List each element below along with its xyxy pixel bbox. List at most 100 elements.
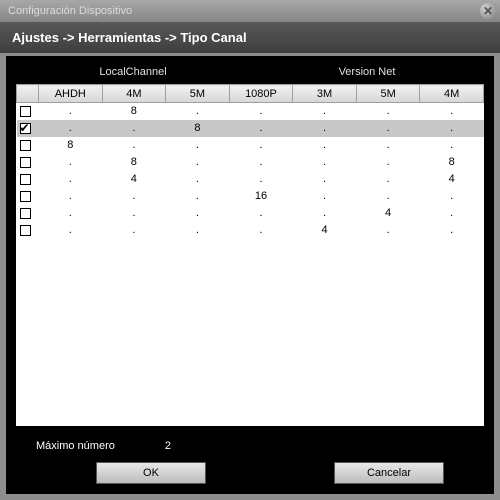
col-checkbox [17, 85, 39, 103]
table-cell: . [356, 103, 420, 120]
checkbox-icon[interactable] [20, 106, 31, 117]
table-cell: 4 [356, 205, 420, 222]
table-cell: . [166, 154, 230, 171]
table-cell: . [102, 205, 166, 222]
table-cell: 4 [420, 171, 484, 188]
checkbox-icon[interactable] [20, 157, 31, 168]
table-cell: . [356, 120, 420, 137]
row-checkbox-cell[interactable] [17, 222, 39, 239]
row-checkbox-cell[interactable] [17, 171, 39, 188]
table-cell: 8 [102, 154, 166, 171]
table-cell: . [356, 171, 420, 188]
cancel-button[interactable]: Cancelar [334, 462, 444, 484]
table-cell: . [166, 188, 230, 205]
titlebar: Configuración Dispositivo ✕ [0, 0, 500, 22]
table-cell: . [39, 171, 103, 188]
max-number-value: 2 [165, 440, 171, 452]
table-cell: . [420, 137, 484, 154]
table-cell: . [293, 171, 357, 188]
close-icon[interactable]: ✕ [480, 3, 496, 19]
table-cell: . [420, 222, 484, 239]
row-checkbox-cell[interactable] [17, 205, 39, 222]
table-cell: . [356, 222, 420, 239]
window-title: Configuración Dispositivo [8, 5, 132, 17]
table-cell: . [39, 103, 103, 120]
checkbox-icon[interactable] [20, 123, 31, 134]
table-cell: . [420, 188, 484, 205]
table-cell: . [229, 103, 293, 120]
table-cell: . [39, 154, 103, 171]
row-checkbox-cell[interactable] [17, 154, 39, 171]
table-cell: . [293, 137, 357, 154]
checkbox-icon[interactable] [20, 208, 31, 219]
checkbox-icon[interactable] [20, 225, 31, 236]
table-cell: . [293, 120, 357, 137]
group-header-net: Version Net [250, 66, 484, 78]
table-row[interactable]: ..8.... [17, 120, 484, 137]
table-cell: 4 [293, 222, 357, 239]
table-row[interactable]: 8...... [17, 137, 484, 154]
table-cell: . [293, 103, 357, 120]
table-cell: . [420, 103, 484, 120]
table-cell: . [420, 120, 484, 137]
dialog-window: Configuración Dispositivo ✕ Ajustes -> H… [0, 0, 500, 500]
table-cell: . [166, 137, 230, 154]
col-header: AHDH [39, 85, 103, 103]
row-checkbox-cell[interactable] [17, 188, 39, 205]
table-cell: . [356, 137, 420, 154]
col-header: 5M [356, 85, 420, 103]
col-header: 3M [293, 85, 357, 103]
ok-button[interactable]: OK [96, 462, 206, 484]
table-cell: . [166, 171, 230, 188]
max-number-row: Máximo número 2 [16, 436, 484, 462]
table-cell: . [166, 205, 230, 222]
table-header-row: AHDH 4M 5M 1080P 3M 5M 4M [17, 85, 484, 103]
table-row[interactable]: .8..... [17, 103, 484, 120]
table-cell: . [39, 222, 103, 239]
col-header: 5M [166, 85, 230, 103]
table-row[interactable]: ....4.. [17, 222, 484, 239]
table-cell: . [166, 103, 230, 120]
table-row[interactable]: .8....8 [17, 154, 484, 171]
column-group-headers: LocalChannel Version Net [16, 66, 484, 78]
table-row[interactable]: .....4. [17, 205, 484, 222]
table-cell: . [293, 188, 357, 205]
table-cell: . [102, 188, 166, 205]
row-checkbox-cell[interactable] [17, 137, 39, 154]
max-number-label: Máximo número [36, 440, 115, 452]
table-row[interactable]: ...16... [17, 188, 484, 205]
table-cell: . [229, 120, 293, 137]
table-cell: . [166, 222, 230, 239]
table-cell: . [229, 154, 293, 171]
table-cell: . [39, 205, 103, 222]
group-header-local: LocalChannel [16, 66, 250, 78]
checkbox-icon[interactable] [20, 140, 31, 151]
checkbox-icon[interactable] [20, 174, 31, 185]
table-cell: . [229, 222, 293, 239]
table-cell: . [420, 205, 484, 222]
col-header: 4M [420, 85, 484, 103]
checkbox-icon[interactable] [20, 191, 31, 202]
row-checkbox-cell[interactable] [17, 103, 39, 120]
table-cell: . [293, 205, 357, 222]
table-cell: . [229, 137, 293, 154]
table-cell: 8 [420, 154, 484, 171]
table-cell: . [102, 222, 166, 239]
channel-table: AHDH 4M 5M 1080P 3M 5M 4M .8.......8....… [16, 84, 484, 426]
table-cell: . [39, 120, 103, 137]
row-checkbox-cell[interactable] [17, 120, 39, 137]
col-header: 4M [102, 85, 166, 103]
table-cell: 8 [39, 137, 103, 154]
table-cell: 16 [229, 188, 293, 205]
col-header: 1080P [229, 85, 293, 103]
table-cell: . [102, 120, 166, 137]
table-cell: . [39, 188, 103, 205]
dialog-footer: Máximo número 2 OK Cancelar [16, 426, 484, 486]
table-cell: 8 [102, 103, 166, 120]
dialog-body: LocalChannel Version Net AHDH 4M 5M 1080… [6, 56, 494, 494]
table-cell: 8 [166, 120, 230, 137]
table-cell: . [293, 154, 357, 171]
breadcrumb: Ajustes -> Herramientas -> Tipo Canal [0, 22, 500, 53]
table-cell: . [229, 205, 293, 222]
table-row[interactable]: .4....4 [17, 171, 484, 188]
